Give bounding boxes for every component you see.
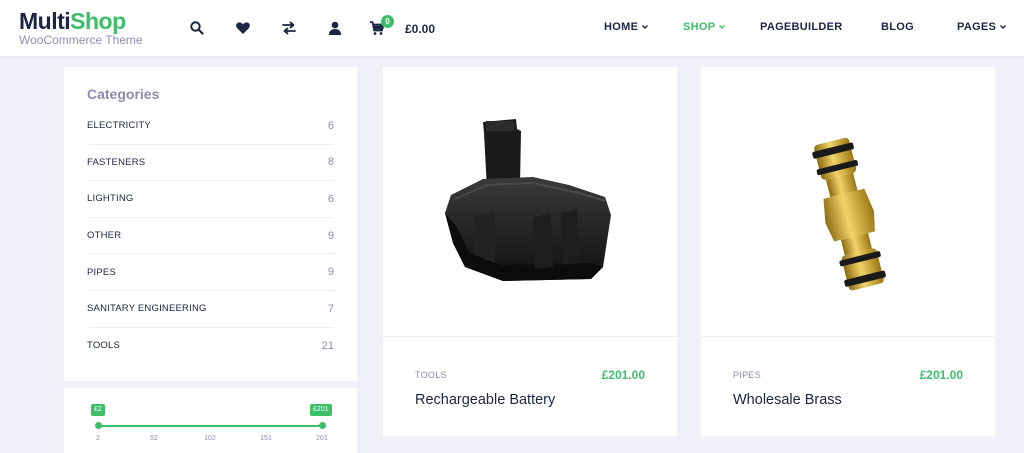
battery-image: [445, 119, 611, 281]
nav-blog[interactable]: BLOG: [881, 21, 914, 33]
nav-home-label: HOME: [604, 21, 639, 33]
price-slider-track[interactable]: [98, 425, 322, 427]
price-slider-min-handle[interactable]: [95, 422, 102, 429]
category-name: LIGHTING: [87, 193, 134, 205]
category-item[interactable]: PIPES 9: [87, 254, 334, 291]
logo-subtitle: WooCommerce Theme: [19, 33, 143, 47]
chevron-down-icon: [641, 23, 649, 31]
nav-pages[interactable]: PAGES: [957, 21, 1007, 33]
price-tick: 2: [96, 435, 100, 442]
category-list: ELECTRICITY 6 FASTENERS 8 LIGHTING 6 OTH…: [87, 108, 334, 364]
category-count: 9: [327, 229, 334, 242]
product-category[interactable]: TOOLS: [415, 370, 447, 380]
category-name: OTHER: [87, 230, 122, 242]
product-image-battery[interactable]: [383, 67, 677, 337]
user-icon[interactable]: [327, 20, 343, 36]
category-name: FASTENERS: [87, 156, 146, 168]
brass-connector-image: [812, 137, 886, 291]
category-count: 6: [327, 192, 334, 205]
category-name: SANITARY ENGINEERING: [87, 303, 207, 315]
category-item[interactable]: ELECTRICITY 6: [87, 108, 334, 145]
price-tick: 201: [316, 435, 328, 442]
nav-pages-label: PAGES: [957, 21, 997, 33]
price-max-tag: £201: [310, 404, 332, 416]
nav-blog-label: BLOG: [881, 21, 914, 33]
search-icon[interactable]: [189, 20, 205, 36]
category-count: 7: [327, 302, 334, 315]
compare-icon[interactable]: [281, 20, 297, 36]
category-name: ELECTRICITY: [87, 120, 151, 132]
product-card[interactable]: PIPES £201.00 Wholesale Brass: [701, 67, 995, 436]
nav-pagebuilder[interactable]: PAGEBUILDER: [760, 21, 843, 33]
category-item[interactable]: OTHER 9: [87, 218, 334, 255]
price-tick: 151: [260, 435, 272, 442]
category-name: TOOLS: [87, 340, 121, 352]
heart-icon[interactable]: [235, 20, 251, 36]
category-item[interactable]: SANITARY ENGINEERING 7: [87, 291, 334, 328]
categories-widget: Categories ELECTRICITY 6 FASTENERS 8 LIG…: [64, 67, 357, 381]
nav-home[interactable]: HOME: [604, 21, 649, 33]
logo-main-text: Multi: [19, 8, 71, 34]
category-count: 8: [327, 156, 334, 169]
categories-title: Categories: [87, 86, 160, 102]
nav-shop[interactable]: SHOP: [683, 21, 726, 33]
category-item[interactable]: FASTENERS 8: [87, 145, 334, 182]
nav-pagebuilder-label: PAGEBUILDER: [760, 21, 843, 33]
nav-shop-label: SHOP: [683, 21, 716, 33]
product-title[interactable]: Rechargeable Battery: [415, 392, 555, 408]
chevron-down-icon: [999, 23, 1007, 31]
product-image-brass[interactable]: [701, 67, 995, 337]
price-slider-max-handle[interactable]: [319, 422, 326, 429]
price-min-tag: £2: [91, 404, 105, 416]
price-tick: 52: [150, 435, 158, 442]
product-category[interactable]: PIPES: [733, 370, 761, 380]
product-price: £201.00: [601, 368, 645, 382]
logo-accent-text: Shop: [70, 8, 126, 34]
category-name: PIPES: [87, 266, 116, 278]
site-logo[interactable]: MultiShop WooCommerce Theme: [19, 8, 143, 47]
price-tick: 102: [204, 435, 216, 442]
chevron-down-icon: [718, 23, 726, 31]
cart-total[interactable]: £0.00: [405, 22, 435, 36]
category-count: 21: [321, 339, 334, 352]
category-item[interactable]: TOOLS 21: [87, 328, 334, 365]
site-header: MultiShop WooCommerce Theme 0 £0.00 HOME…: [0, 0, 1024, 56]
category-count: 9: [327, 266, 334, 279]
category-item[interactable]: LIGHTING 6: [87, 181, 334, 218]
product-title[interactable]: Wholesale Brass: [733, 392, 842, 408]
product-card[interactable]: TOOLS £201.00 Rechargeable Battery: [383, 67, 677, 436]
price-filter-widget: £2 £201 2 52 102 151 201: [64, 388, 357, 453]
category-count: 6: [327, 119, 334, 132]
cart-count-badge: 0: [381, 15, 394, 28]
product-price: £201.00: [919, 368, 963, 382]
